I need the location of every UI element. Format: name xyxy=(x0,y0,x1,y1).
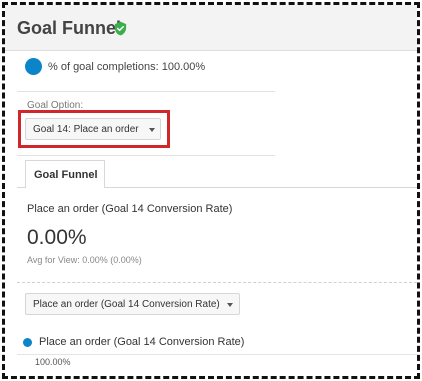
tab-goal-funnel-label: Goal Funnel xyxy=(34,169,98,181)
goal-funnel-widget: Goal Funnel % of goal completions: 100.0… xyxy=(2,2,420,379)
series-dot-icon xyxy=(23,338,32,347)
widget-header: Goal Funnel xyxy=(5,5,417,51)
goal-option-dropdown[interactable]: Goal 14: Place an order xyxy=(25,118,161,140)
tab-goal-funnel[interactable]: Goal Funnel xyxy=(25,160,105,188)
series-value: 100.00% xyxy=(35,357,71,367)
verified-shield-icon xyxy=(113,21,128,36)
metric-divider xyxy=(17,282,417,283)
metric-select-dropdown[interactable]: Place an order (Goal 14 Conversion Rate) xyxy=(25,293,240,315)
chevron-down-icon xyxy=(149,128,155,132)
legend-dot-icon xyxy=(25,58,42,75)
metric-title: Place an order (Goal 14 Conversion Rate) xyxy=(27,203,233,215)
series-divider xyxy=(17,354,417,355)
goal-option-selected: Goal 14: Place an order xyxy=(33,124,139,135)
metric-average: Avg for View: 0.00% (0.00%) xyxy=(27,255,142,265)
series-label: Place an order (Goal 14 Conversion Rate) xyxy=(39,336,245,348)
metric-value: 0.00% xyxy=(27,226,87,249)
metric-select-selected: Place an order (Goal 14 Conversion Rate) xyxy=(33,299,220,310)
section-divider xyxy=(17,91,275,92)
chevron-down-icon xyxy=(227,303,233,307)
section-divider xyxy=(17,155,275,156)
widget-title: Goal Funnel xyxy=(17,18,122,38)
legend-text: % of goal completions: 100.00% xyxy=(48,61,206,73)
